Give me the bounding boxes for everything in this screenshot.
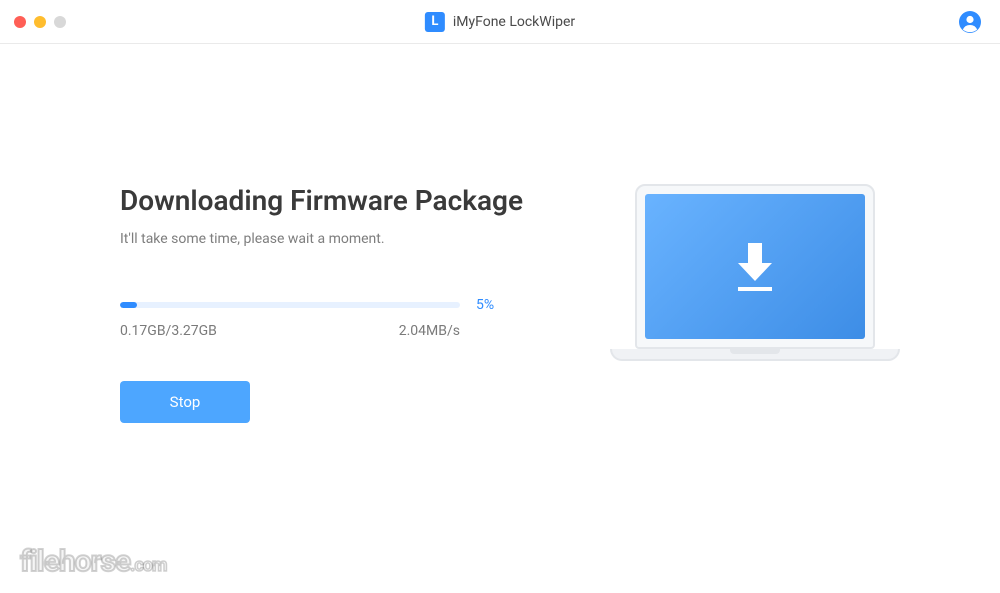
left-column: Downloading Firmware Package It'll take … xyxy=(120,184,550,423)
stop-button-label: Stop xyxy=(170,393,201,411)
titlebar: L iMyFone LockWiper xyxy=(0,0,1000,44)
laptop-screen xyxy=(645,194,865,339)
progress-speed-label: 2.04MB/s xyxy=(399,323,460,339)
watermark: filehorse.com xyxy=(20,544,167,579)
account-button[interactable] xyxy=(958,10,982,34)
download-icon xyxy=(728,237,782,297)
progress-bar xyxy=(120,302,460,308)
progress-fill xyxy=(120,302,137,308)
progress-details: 0.17GB/3.27GB 2.04MB/s xyxy=(120,323,460,339)
page-subtext: It'll take some time, please wait a mome… xyxy=(120,231,550,247)
main-content: Downloading Firmware Package It'll take … xyxy=(0,44,1000,423)
user-icon xyxy=(958,10,982,34)
window-controls xyxy=(14,16,66,28)
laptop-illustration xyxy=(610,184,900,361)
laptop-bezel xyxy=(635,184,875,349)
progress-size-label: 0.17GB/3.27GB xyxy=(120,323,217,339)
progress-percent-label: 5% xyxy=(476,297,494,313)
laptop-base xyxy=(610,349,900,361)
laptop-notch xyxy=(730,349,780,354)
title-center: L iMyFone LockWiper xyxy=(425,12,575,32)
app-logo-letter: L xyxy=(431,14,438,29)
app-logo-icon: L xyxy=(425,12,445,32)
app-title: iMyFone LockWiper xyxy=(453,14,575,30)
close-window-button[interactable] xyxy=(14,16,26,28)
progress-row: 5% xyxy=(120,297,550,313)
watermark-name: filehorse xyxy=(20,544,130,579)
stop-button[interactable]: Stop xyxy=(120,381,250,423)
minimize-window-button[interactable] xyxy=(34,16,46,28)
page-heading: Downloading Firmware Package xyxy=(120,184,550,217)
progress-track xyxy=(120,302,460,308)
maximize-window-button[interactable] xyxy=(54,16,66,28)
right-column xyxy=(590,184,920,423)
watermark-domain: .com xyxy=(130,555,166,576)
